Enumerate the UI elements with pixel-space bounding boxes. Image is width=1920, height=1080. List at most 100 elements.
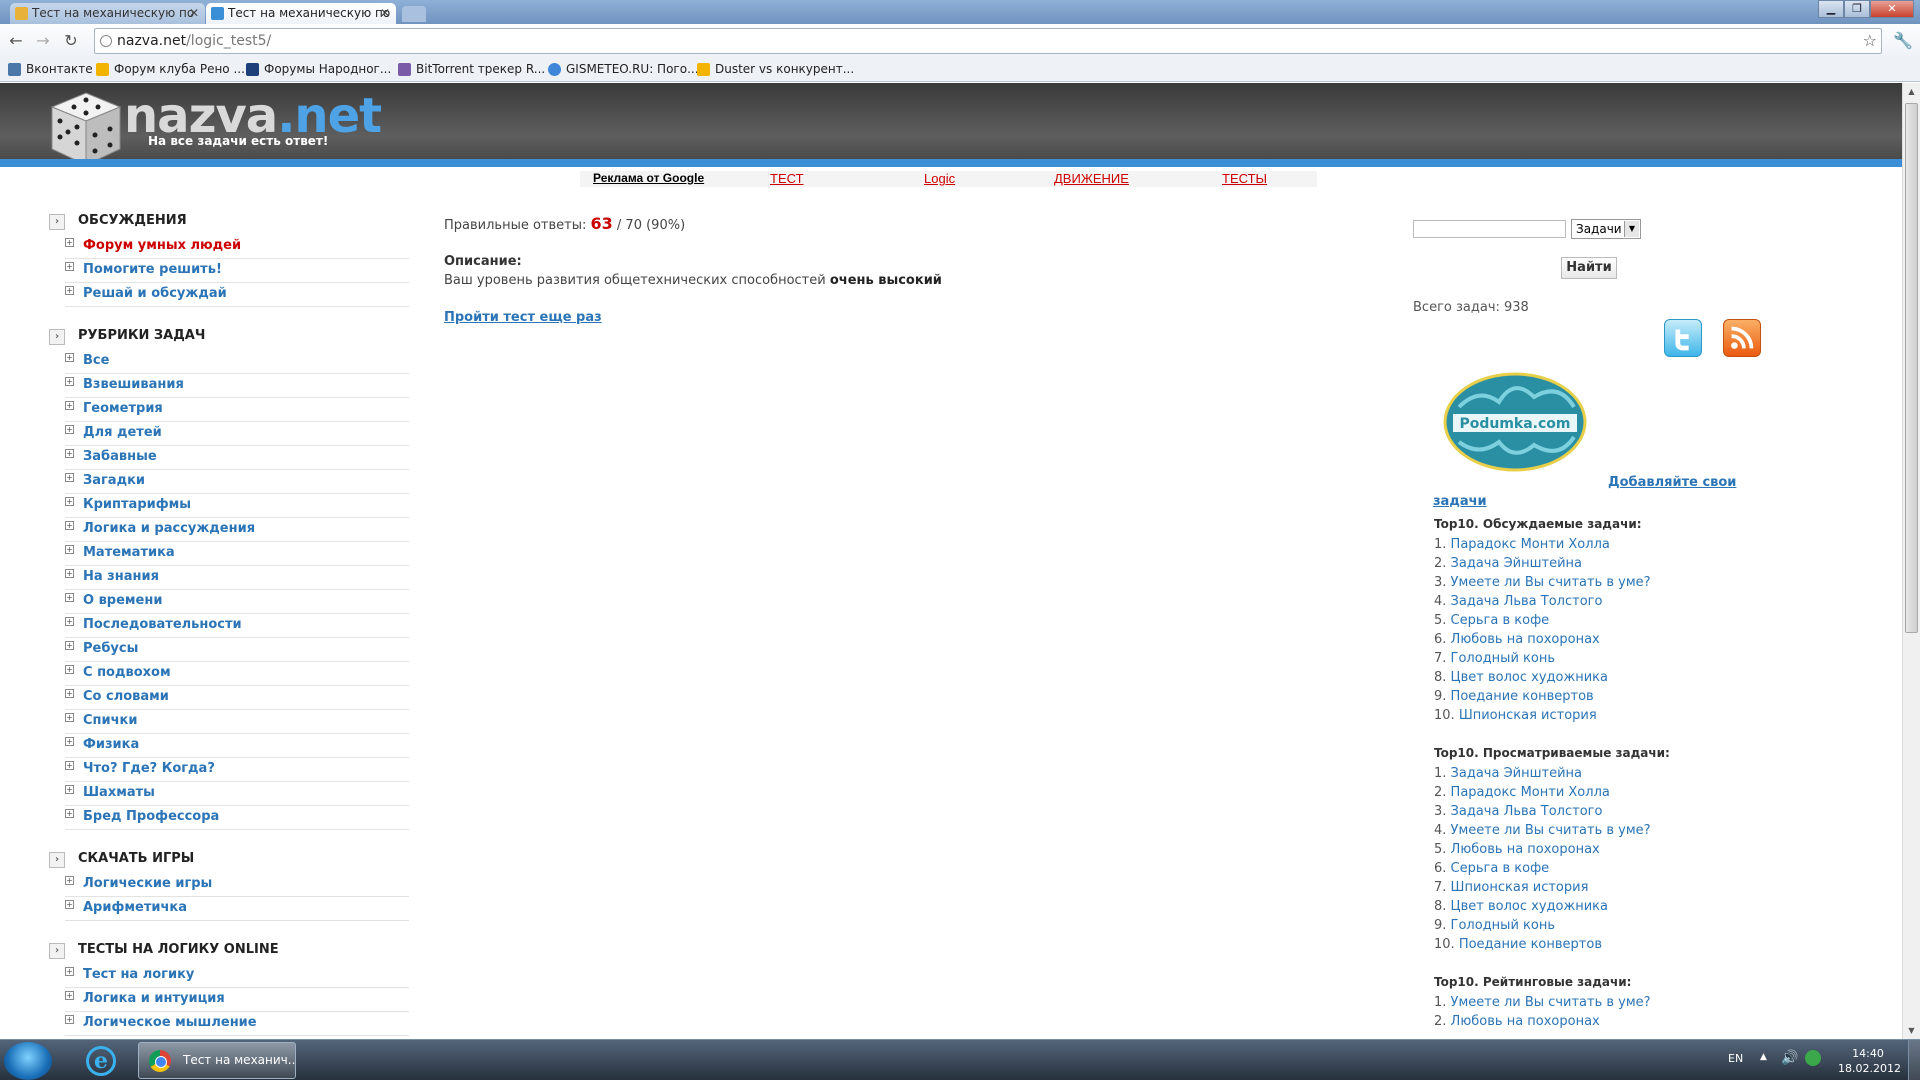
page-scrollbar[interactable]: ▲ ▼ [1902, 83, 1920, 1039]
sidebar-link[interactable]: Арифметичка [83, 900, 187, 915]
task-link[interactable]: Серьга в кофе [1451, 861, 1550, 876]
close-tab-icon[interactable]: ✕ [380, 3, 390, 24]
sidebar-link[interactable]: Спички [83, 713, 138, 728]
sidebar-link[interactable]: Геометрия [83, 401, 163, 416]
task-link[interactable]: Серьга в кофе [1451, 613, 1550, 628]
task-link[interactable]: Задача Эйнштейна [1451, 556, 1582, 571]
sidebar-link[interactable]: Для детей [83, 425, 162, 440]
show-desktop-button[interactable] [1908, 1040, 1920, 1080]
search-input[interactable] [1413, 220, 1566, 238]
taskbar-chrome-window[interactable]: Тест на механич... [138, 1042, 296, 1079]
task-link[interactable]: Любовь на похоронах [1451, 1014, 1600, 1029]
test-result: Правильные ответы: 63 / 70 (90%) Описани… [444, 214, 1344, 325]
sidebar-link[interactable]: Загадки [83, 473, 145, 488]
sidebar-link[interactable]: О времени [83, 593, 162, 608]
retry-test-link[interactable]: Пройти тест еще раз [444, 310, 602, 325]
close-window-icon[interactable]: ✕ [1870, 0, 1914, 18]
windows-start-button[interactable] [4, 1042, 52, 1080]
task-link[interactable]: Шпионская история [1459, 708, 1597, 723]
sidebar-link[interactable]: Что? Где? Когда? [83, 761, 215, 776]
internet-explorer-icon[interactable]: e [86, 1046, 116, 1076]
task-link[interactable]: Задача Льва Толстого [1451, 804, 1603, 819]
sidebar-link[interactable]: Последовательности [83, 617, 242, 632]
bookmark-item[interactable]: Duster vs конкурент... [697, 62, 854, 76]
utorrent-tray-icon[interactable] [1805, 1050, 1821, 1066]
ads-by-google-link[interactable]: Реклама от Google [593, 171, 704, 185]
topnav-link-test[interactable]: ТЕСТ [770, 171, 804, 186]
bookmark-item[interactable]: Форумы Народног... [246, 62, 391, 76]
task-link[interactable]: Голодный конь [1451, 651, 1555, 666]
search-category-select[interactable]: Задачи ▼ [1571, 219, 1641, 239]
task-link[interactable]: Любовь на похоронах [1451, 632, 1600, 647]
bookmark-star-icon[interactable]: ☆ [1863, 29, 1877, 53]
bookmark-item[interactable]: BitTorrent трекер R... [398, 62, 545, 76]
task-link[interactable]: Задача Эйнштейна [1451, 766, 1582, 781]
sidebar-link[interactable]: Бред Профессора [83, 809, 219, 824]
sidebar-link[interactable]: Решай и обсуждай [83, 286, 227, 301]
forward-arrow-icon[interactable]: → [33, 31, 53, 51]
language-indicator[interactable]: EN [1728, 1052, 1743, 1065]
sidebar-link[interactable]: С подвохом [83, 665, 171, 680]
task-link[interactable]: Умеете ли Вы считать в уме? [1451, 823, 1651, 838]
rss-icon[interactable] [1723, 319, 1761, 357]
bookmark-item[interactable]: GISMETEO.RU: Пого... [548, 62, 699, 76]
bookmark-item[interactable]: Вконтакте [8, 62, 93, 76]
task-link[interactable]: Умеете ли Вы считать в уме? [1451, 575, 1651, 590]
twitter-icon[interactable] [1664, 319, 1702, 357]
task-link[interactable]: Цвет волос художника [1451, 670, 1608, 685]
maximize-icon[interactable]: ❐ [1844, 0, 1870, 18]
sidebar-link[interactable]: Взвешивания [83, 377, 184, 392]
sidebar-link[interactable]: Логические игры [83, 876, 212, 891]
tray-expand-arrow-icon[interactable]: ▲ [1760, 1052, 1767, 1062]
reload-icon[interactable]: ↻ [61, 31, 81, 51]
sidebar-link[interactable]: Все [83, 353, 109, 368]
task-link[interactable]: Голодный конь [1451, 918, 1555, 933]
scroll-down-arrow-icon[interactable]: ▼ [1903, 1022, 1920, 1039]
sidebar-link[interactable]: Математика [83, 545, 175, 560]
sidebar-link[interactable]: Ребусы [83, 641, 138, 656]
minimize-icon[interactable]: ▁ [1818, 0, 1844, 18]
task-link[interactable]: Умеете ли Вы считать в уме? [1451, 995, 1651, 1010]
sidebar-link[interactable]: Помогите решить! [83, 262, 222, 277]
sidebar-link[interactable]: Форум умных людей [83, 238, 241, 253]
task-link[interactable]: Поедание конвертов [1459, 937, 1602, 952]
sidebar-link[interactable]: На знания [83, 569, 159, 584]
scroll-thumb[interactable] [1905, 103, 1918, 633]
search-button[interactable]: Найти [1561, 257, 1617, 279]
system-clock[interactable]: 14:40 18.02.2012 [1838, 1046, 1901, 1076]
task-link[interactable]: Парадокс Монти Холла [1451, 537, 1610, 552]
task-link[interactable]: Задача Льва Толстого [1451, 594, 1603, 609]
sidebar-link[interactable]: Забавные [83, 449, 157, 464]
scroll-up-arrow-icon[interactable]: ▲ [1903, 83, 1920, 100]
sidebar-link[interactable]: Со словами [83, 689, 169, 704]
dice-logo-icon[interactable] [50, 91, 122, 167]
task-link[interactable]: Поедание конвертов [1451, 689, 1594, 704]
bookmark-item[interactable]: Форум клуба Рено ... [96, 62, 245, 76]
score-label: Правильные ответы: [444, 218, 587, 233]
browser-tab-2-active[interactable]: Тест на механическую по ✕ [206, 3, 396, 24]
browser-tab-1[interactable]: Тест на механическую по ✕ [10, 3, 205, 24]
add-your-tasks-link[interactable]: Добавляйте свои задачи [1433, 473, 1763, 511]
sidebar-link[interactable]: Логика и рассуждения [83, 521, 255, 536]
volume-icon[interactable]: 🔊 [1781, 1050, 1798, 1066]
podumka-brain-logo[interactable]: Podumka.com [1439, 367, 1591, 477]
sidebar-link[interactable]: Тест на логику [83, 967, 194, 982]
sidebar-link[interactable]: Шахматы [83, 785, 155, 800]
new-tab-button[interactable] [402, 6, 426, 22]
sidebar-link[interactable]: Логика и интуиция [83, 991, 225, 1006]
topnav-link-tests[interactable]: ТЕСТЫ [1222, 171, 1267, 186]
sidebar-link[interactable]: Криптарифмы [83, 497, 191, 512]
wrench-icon[interactable]: 🔧 [1893, 31, 1913, 50]
close-tab-icon[interactable]: ✕ [189, 3, 199, 24]
plus-box-icon: + [65, 262, 74, 271]
task-link[interactable]: Любовь на похоронах [1451, 842, 1600, 857]
back-arrow-icon[interactable]: ← [6, 31, 26, 51]
task-link[interactable]: Парадокс Монти Холла [1451, 785, 1610, 800]
topnav-link-motion[interactable]: ДВИЖЕНИЕ [1054, 171, 1129, 186]
address-bar[interactable]: nazva.net/logic_test5/ ☆ [94, 28, 1882, 54]
sidebar-link[interactable]: Физика [83, 737, 139, 752]
task-link[interactable]: Шпионская история [1451, 880, 1589, 895]
topnav-link-logic[interactable]: Logic [924, 171, 955, 186]
sidebar-link[interactable]: Логическое мышление [83, 1015, 257, 1030]
task-link[interactable]: Цвет волос художника [1451, 899, 1608, 914]
